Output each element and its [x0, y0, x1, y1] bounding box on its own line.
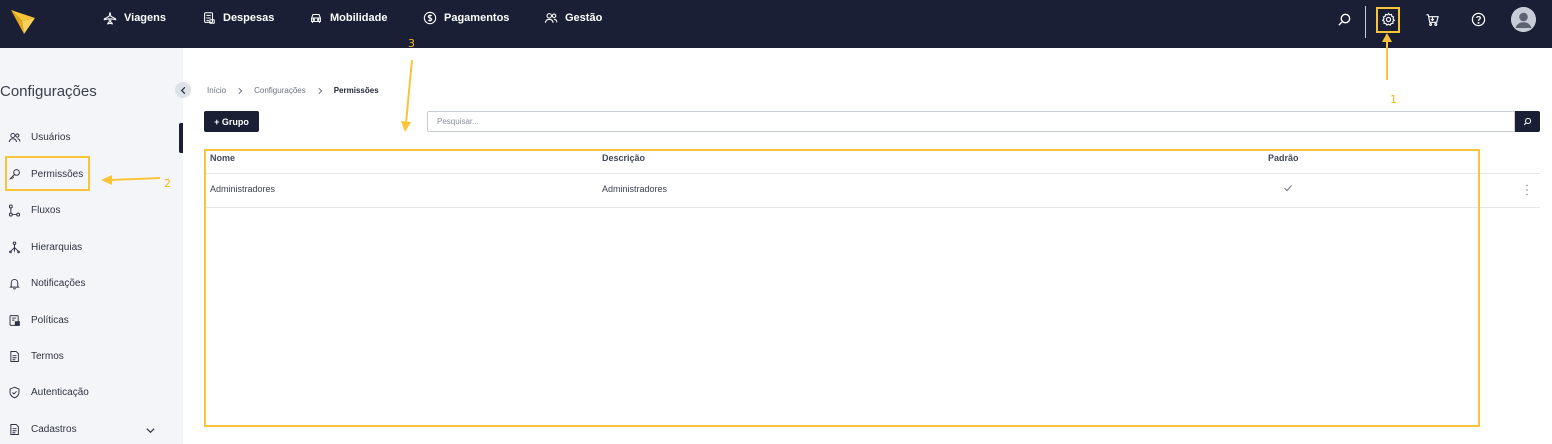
avatar-icon — [1511, 7, 1536, 32]
sidebar-item-notificacoes[interactable]: Notificações — [8, 273, 85, 293]
nav-pagamentos[interactable]: Pagamentos — [423, 0, 509, 36]
search-submit-button[interactable] — [1515, 111, 1540, 132]
topbar-divider — [1365, 6, 1366, 38]
policy-icon — [9, 314, 20, 326]
annotation-arrows — [101, 33, 1392, 185]
sidebar-item-label: Hierarquias — [31, 241, 83, 253]
sidebar-item-fluxos[interactable]: Fluxos — [8, 200, 60, 220]
table-header: Nome Descrição Padrão — [204, 149, 1540, 174]
sidebar-item-label: Notificações — [31, 277, 86, 289]
sidebar-item-label: Fluxos — [31, 204, 61, 216]
sidebar-item-permissoes[interactable]: Permissões — [8, 164, 83, 184]
breadcrumb-configuracoes[interactable]: Configurações — [254, 86, 306, 95]
chevron-right-icon — [238, 87, 243, 94]
nav-pagamentos-label: Pagamentos — [444, 12, 510, 24]
check-icon — [1284, 185, 1292, 192]
sidebar-item-termos[interactable]: Termos — [8, 346, 64, 366]
nav-despesas-label: Despesas — [223, 12, 275, 24]
breadcrumb: Início Configurações Permissões — [207, 86, 379, 95]
receipt-icon — [204, 12, 215, 24]
cart-button[interactable] — [1422, 9, 1442, 29]
sidebar-item-autenticacao[interactable]: Autenticação — [8, 382, 89, 402]
plane-icon — [103, 12, 117, 25]
cart-icon — [1425, 13, 1439, 26]
sidebar-item-usuarios[interactable]: Usuários — [8, 127, 70, 147]
sidebar-item-label: Autenticação — [31, 386, 89, 398]
sidebar-item-label: Termos — [31, 350, 64, 362]
chevron-left-icon — [180, 86, 185, 94]
nav-gestao[interactable]: Gestão — [544, 0, 602, 36]
nav-viagens[interactable]: Viagens — [103, 0, 166, 36]
sidebar-item-label: Cadastros — [31, 423, 77, 435]
car-icon — [311, 13, 321, 23]
document-icon — [10, 350, 19, 362]
nav-despesas[interactable]: Despesas — [202, 0, 274, 36]
table-row[interactable]: Administradores Administradores — [204, 174, 1540, 208]
shield-icon — [9, 386, 20, 398]
flow-icon — [8, 203, 21, 217]
nav-gestao-label: Gestão — [565, 12, 603, 24]
sidebar-item-cadastros[interactable]: Cadastros — [8, 419, 77, 439]
sidebar-item-label: Usuários — [31, 131, 71, 143]
sidebar-item-politicas[interactable]: Políticas — [8, 310, 69, 330]
column-header-nome[interactable]: Nome — [210, 153, 235, 163]
sidebar-collapse-button[interactable] — [175, 82, 191, 98]
sidebar-item-hierarquias[interactable]: Hierarquias — [8, 237, 82, 257]
breadcrumb-inicio[interactable]: Início — [207, 86, 226, 95]
search-button[interactable] — [1334, 9, 1354, 29]
search-icon — [1523, 117, 1532, 126]
cell-descricao: Administradores — [602, 184, 668, 194]
users-icon — [8, 132, 21, 142]
avatar[interactable] — [1511, 7, 1536, 32]
chevron-down-icon[interactable] — [145, 425, 156, 436]
sidebar-active-indicator — [179, 123, 183, 153]
gear-icon — [1381, 11, 1395, 26]
sidebar-title: Configurações — [0, 83, 97, 100]
sidebar-item-label: Políticas — [31, 314, 69, 326]
logo-icon[interactable] — [10, 8, 36, 36]
help-button[interactable] — [1468, 9, 1488, 29]
help-icon — [1471, 12, 1485, 26]
file-icon — [10, 423, 19, 435]
dollar-icon — [423, 11, 437, 25]
hierarchy-icon — [9, 240, 20, 253]
annotation-3: 3 — [408, 37, 415, 50]
annotation-2: 2 — [164, 177, 171, 190]
breadcrumb-current: Permissões — [333, 86, 379, 95]
sidebar-item-label: Permissões — [31, 168, 84, 180]
arrowhead-3 — [401, 121, 411, 132]
key-icon — [9, 168, 20, 180]
search-input[interactable] — [427, 111, 1515, 132]
chevron-right-icon — [318, 87, 322, 94]
add-group-button[interactable]: + Grupo — [204, 111, 259, 132]
top-navigation-bar: Viagens Despesas Mobilidade Pagamentos G… — [0, 0, 1552, 48]
users-icon — [544, 13, 558, 23]
arrow-3 — [405, 59, 413, 124]
nav-viagens-label: Viagens — [124, 12, 166, 24]
nav-mobilidade[interactable]: Mobilidade — [309, 0, 387, 36]
column-header-descricao[interactable]: Descrição — [602, 153, 645, 163]
cell-nome: Administradores — [210, 184, 276, 194]
bell-icon — [9, 278, 20, 289]
annotation-1: 1 — [1390, 93, 1397, 106]
settings-button[interactable] — [1378, 9, 1398, 29]
column-header-padrao[interactable]: Padrão — [1268, 153, 1299, 163]
more-options-icon[interactable] — [1523, 183, 1531, 197]
search-icon — [1337, 13, 1350, 26]
nav-mobilidade-label: Mobilidade — [330, 12, 388, 24]
